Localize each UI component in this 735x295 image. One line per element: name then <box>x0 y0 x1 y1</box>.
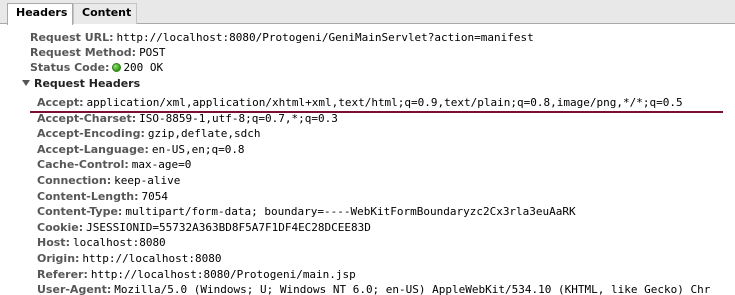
header-key: Host: <box>37 236 70 250</box>
request-header-row: Cache-Control: max-age=0 <box>37 157 191 173</box>
request-method-key: Request Method: <box>30 46 137 59</box>
tab-content[interactable]: Content <box>73 3 137 24</box>
header-value: en-US,en;q=0.8 <box>151 142 245 156</box>
annotation-underline <box>30 111 723 113</box>
request-header-row: User-Agent: Mozilla/5.0 (Windows; U; Wind… <box>37 282 710 295</box>
expand-triangle-icon[interactable] <box>22 80 30 86</box>
request-url-value: http://localhost:8080/Protogeni/GeniMain… <box>116 31 534 44</box>
request-header-row: Host: localhost:8080 <box>37 235 166 251</box>
request-headers-section-toggle[interactable]: Request Headers <box>22 76 140 92</box>
request-header-row: Content-Length: 7054 <box>37 189 168 205</box>
header-value: application/xml,application/xhtml+xml,te… <box>86 96 683 109</box>
header-key: Content-Length: <box>37 189 139 203</box>
request-header-row: Origin: http://localhost:8080 <box>37 251 222 267</box>
header-key: Referer: <box>37 267 88 281</box>
header-key: Origin: <box>37 252 80 265</box>
status-code-key: Status Code: <box>30 61 110 74</box>
header-key: Accept-Charset: <box>37 111 137 125</box>
request-header-row: Referer: http://localhost:8080/Protogeni/… <box>37 267 356 283</box>
header-key: Content-Type: <box>37 205 123 219</box>
request-header-row: Cookie: JSESSIONID=55732A363BD8F5A7F1DF4E… <box>37 220 371 236</box>
header-key: Connection: <box>37 174 112 187</box>
header-value: ISO-8859-1,utf-8;q=0.7,*;q=0.3 <box>139 111 338 125</box>
request-method-value: POST <box>139 46 166 59</box>
tab-headers[interactable]: Headers <box>7 3 73 25</box>
headers-panel: Request URL: http://localhost:8080/Protog… <box>0 24 735 295</box>
request-header-row: Accept-Encoding: gzip,deflate,sdch <box>37 126 260 142</box>
header-value: http://localhost:8080 <box>82 252 222 265</box>
status-code-value: 200 OK <box>123 61 164 74</box>
header-value: JSESSIONID=55732A363BD8F5A7F1DF4EC28DCEE… <box>86 220 371 234</box>
header-key: Accept-Encoding: <box>37 127 145 141</box>
header-value: multipart/form-data; boundary=----WebKit… <box>125 205 576 219</box>
header-value: max-age=0 <box>131 158 192 172</box>
header-value: localhost:8080 <box>72 236 166 250</box>
tab-bar: Headers Content <box>0 0 735 25</box>
header-key: Cache-Control: <box>37 158 129 172</box>
status-ok-icon <box>112 62 122 72</box>
header-value: gzip,deflate,sdch <box>147 127 261 141</box>
request-url-row: Request URL: http://localhost:8080/Protog… <box>30 30 534 46</box>
request-headers-title: Request Headers <box>34 77 141 90</box>
header-value: keep-alive <box>114 174 181 187</box>
header-value: 7054 <box>141 189 169 203</box>
request-header-row: Content-Type: multipart/form-data; bounda… <box>37 204 576 220</box>
request-header-row: Accept-Language: en-US,en;q=0.8 <box>37 142 245 158</box>
request-header-row: Connection: keep-alive <box>37 173 180 189</box>
header-key: Cookie: <box>37 220 84 234</box>
status-code-row: Status Code: 200 OK <box>30 60 163 76</box>
header-key: Accept: <box>37 96 84 109</box>
request-url-key: Request URL: <box>30 31 114 44</box>
request-method-row: Request Method: POST <box>30 45 166 61</box>
request-header-row: Accept: application/xml,application/xhtml… <box>37 95 683 111</box>
header-value: http://localhost:8080/Protogeni/main.jsp <box>90 267 356 281</box>
header-value: Mozilla/5.0 (Windows; U; Windows NT 6.0;… <box>114 283 711 295</box>
header-key: User-Agent: <box>37 283 112 295</box>
header-key: Accept-Language: <box>37 142 149 156</box>
